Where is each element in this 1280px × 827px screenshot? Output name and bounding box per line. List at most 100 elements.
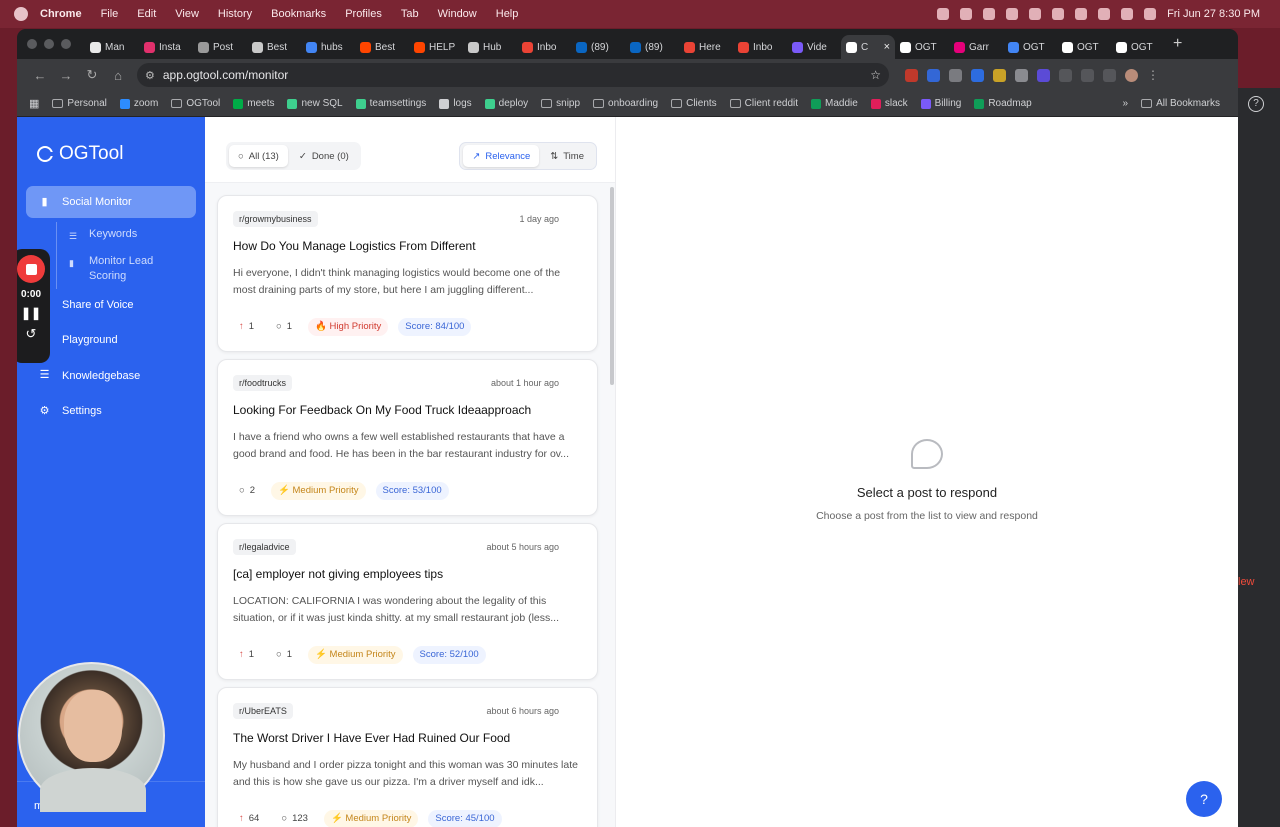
menu-bookmarks[interactable]: Bookmarks <box>271 8 326 20</box>
menu-dots-icon[interactable]: ⋮ <box>1147 69 1160 82</box>
bookmark-item[interactable]: meets <box>233 98 274 109</box>
bookmark-star-icon[interactable]: ☆ <box>870 68 881 82</box>
menu-window[interactable]: Window <box>438 8 477 20</box>
bookmark-item[interactable]: zoom <box>119 98 158 109</box>
bookmark-item[interactable]: snipp <box>541 98 580 109</box>
pause-icon[interactable]: ❚❚ <box>21 306 41 320</box>
sidebar-item-settings[interactable]: ⚙ Settings <box>26 395 196 427</box>
menu-app-name[interactable]: Chrome <box>40 8 82 20</box>
menu-tab[interactable]: Tab <box>401 8 419 20</box>
help-circle-icon[interactable]: ? <box>1248 96 1264 112</box>
browser-tab[interactable]: Inbo <box>733 35 787 59</box>
notion-icon[interactable] <box>937 8 950 20</box>
bookmark-item[interactable]: Personal <box>52 98 107 109</box>
extension-icon[interactable] <box>1015 68 1028 82</box>
menu-view[interactable]: View <box>175 8 199 20</box>
address-bar[interactable]: ⚙ app.ogtool.com/monitor ☆ <box>137 63 889 87</box>
bookmark-item[interactable]: OGTool <box>171 98 220 109</box>
menu-file[interactable]: File <box>101 8 119 20</box>
browser-tab[interactable]: Best <box>355 35 409 59</box>
browser-tab[interactable]: OGT <box>895 35 949 59</box>
stats-icon[interactable] <box>983 8 996 20</box>
reload-icon[interactable]: ↻ <box>79 67 105 83</box>
menu-history[interactable]: History <box>218 8 252 20</box>
browser-tab[interactable]: (89) <box>625 35 679 59</box>
browser-tab[interactable]: Best <box>247 35 301 59</box>
minimize-window-button[interactable] <box>44 39 54 49</box>
browser-tab[interactable]: Post <box>193 35 247 59</box>
new-tab-button[interactable]: + <box>1173 35 1182 53</box>
subreddit-tag[interactable]: r/growmybusiness <box>233 211 318 227</box>
extension-icon[interactable] <box>1037 68 1050 82</box>
all-bookmarks-folder[interactable]: All Bookmarks <box>1141 98 1220 109</box>
extensions-puzzle-icon[interactable] <box>1081 68 1094 82</box>
apps-grid-icon[interactable]: ▦ <box>29 97 39 110</box>
search-icon[interactable] <box>1121 8 1134 20</box>
back-icon[interactable]: ← <box>27 68 53 83</box>
list-scrollbar[interactable] <box>610 187 614 385</box>
clock[interactable]: Fri Jun 27 8:30 PM <box>1167 8 1260 20</box>
browser-tab[interactable]: OGT <box>1057 35 1111 59</box>
site-info-icon[interactable]: ⚙ <box>145 69 155 82</box>
browser-tab[interactable]: Garr <box>949 35 1003 59</box>
sidebar-item-keywords[interactable]: ☰ Keywords <box>69 222 196 249</box>
bookmark-item[interactable]: Client reddit <box>729 98 798 109</box>
browser-tab[interactable]: Vide <box>787 35 841 59</box>
browser-tab[interactable]: Man <box>85 35 139 59</box>
sidebar-item-social-monitor[interactable]: ▮ Social Monitor <box>26 186 196 218</box>
webcam-bubble[interactable] <box>18 662 165 812</box>
bookmark-item[interactable]: logs <box>439 98 472 109</box>
bookmark-item[interactable]: slack <box>870 98 908 109</box>
stop-recording-button[interactable] <box>17 255 45 283</box>
record-icon[interactable] <box>1006 8 1019 20</box>
subreddit-tag[interactable]: r/legaladvice <box>233 539 296 555</box>
audio-icon[interactable] <box>960 8 973 20</box>
close-tab-icon[interactable]: × <box>884 41 890 53</box>
subreddit-tag[interactable]: r/foodtrucks <box>233 375 293 391</box>
browser-tab[interactable]: (89) <box>571 35 625 59</box>
bookmark-item[interactable]: Billing <box>920 98 961 109</box>
sort-time-button[interactable]: ⇅ Time <box>541 145 593 167</box>
restart-icon[interactable]: ↺ <box>26 326 37 342</box>
sidebar-item-lead-scoring[interactable]: ▮ Monitor Lead Scoring <box>69 249 196 289</box>
sort-relevance-button[interactable]: ↗ Relevance <box>463 145 540 167</box>
sidebar-item-share-of-voice[interactable]: Share of Voice <box>26 289 196 321</box>
browser-tab[interactable]: OGT <box>1003 35 1057 59</box>
menu-profiles[interactable]: Profiles <box>345 8 382 20</box>
sidebar-item-knowledgebase[interactable]: ☰ Knowledgebase <box>26 360 196 392</box>
zoom-window-button[interactable] <box>61 39 71 49</box>
wifi-icon[interactable] <box>1098 8 1111 20</box>
sidepanel-icon[interactable] <box>1103 68 1116 82</box>
post-card[interactable]: r/legaladvice about 5 hours ago [ca] emplo… <box>217 523 598 680</box>
volume-icon[interactable] <box>1052 8 1065 20</box>
profile-avatar[interactable] <box>1125 68 1138 82</box>
browser-tab[interactable]: Insta <box>139 35 193 59</box>
bookmark-item[interactable]: Clients <box>671 98 717 109</box>
bookmark-item[interactable]: teamsettings <box>355 98 426 109</box>
brand-logo[interactable]: OGTool <box>37 143 123 165</box>
extension-icon[interactable] <box>927 68 940 82</box>
forward-icon[interactable]: → <box>53 68 79 83</box>
extension-icon[interactable] <box>971 68 984 82</box>
battery-icon[interactable] <box>1075 8 1088 20</box>
browser-tab[interactable]: HELP <box>409 35 463 59</box>
bluetooth-icon[interactable] <box>1029 8 1042 20</box>
extension-icon[interactable] <box>1059 68 1072 82</box>
bookmark-item[interactable]: new SQL <box>287 98 343 109</box>
extension-icon[interactable] <box>905 68 918 82</box>
browser-tab[interactable]: Inbo <box>517 35 571 59</box>
close-window-button[interactable] <box>27 39 37 49</box>
post-card[interactable]: r/UberEATS about 6 hours ago The Worst Dri… <box>217 687 598 827</box>
more-bookmarks-icon[interactable]: » <box>1123 98 1129 109</box>
bookmark-item[interactable]: Maddie <box>811 98 858 109</box>
control-center-icon[interactable] <box>1144 8 1157 20</box>
filter-done-tab[interactable]: ✓ Done (0) <box>290 145 358 167</box>
browser-tab[interactable]: hubs <box>301 35 355 59</box>
menu-help[interactable]: Help <box>496 8 519 20</box>
browser-tab[interactable]: OGT <box>1111 35 1165 59</box>
browser-tab[interactable]: C × <box>841 35 895 59</box>
browser-tab[interactable]: Here <box>679 35 733 59</box>
bookmark-item[interactable]: onboarding <box>593 98 658 109</box>
subreddit-tag[interactable]: r/UberEATS <box>233 703 293 719</box>
bookmark-item[interactable]: deploy <box>484 98 528 109</box>
